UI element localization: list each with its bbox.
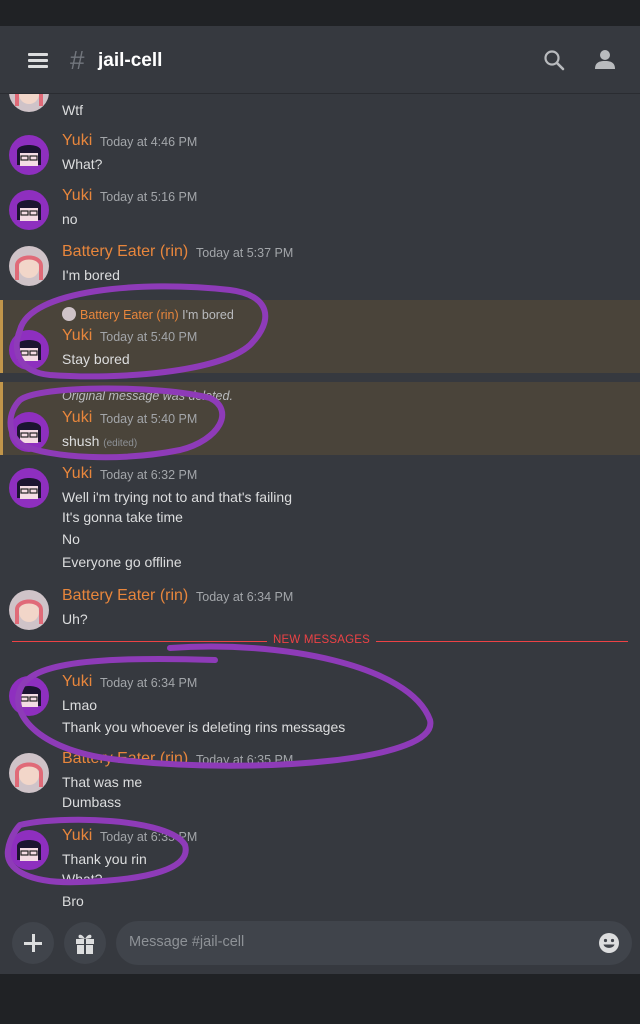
message-text: Everyone go offline [62,554,182,570]
message-list: Wtf Yuki Today at 4:46 PM What? Yuki Tod… [0,94,640,914]
channel-name[interactable]: jail-cell [98,50,162,72]
message-text: What? [62,871,103,887]
deleted-reply-note: Original message was deleted. [62,389,233,403]
message-text: Thank you whoever is deleting rins messa… [62,719,346,735]
message-text: Wtf [62,102,83,118]
bottom-strip [0,974,640,1024]
username[interactable]: Battery Eater (rin) [62,587,188,605]
username[interactable]: Yuki [62,327,92,345]
timestamp: Today at 6:35 PM [100,830,198,844]
message-text: It's gonna take time [62,509,183,525]
avatar[interactable] [9,590,49,630]
message-text: What? [62,156,103,172]
avatar[interactable] [9,246,49,286]
emoji-icon[interactable] [598,932,620,954]
message-input[interactable] [129,934,569,950]
message-text: Uh? [62,611,88,627]
gift-icon[interactable] [64,922,106,964]
username[interactable]: Yuki [62,187,92,205]
message-text: Lmao [62,697,98,713]
new-messages-label: NEW MESSAGES [267,634,376,646]
message-text: That was me [62,774,143,790]
username[interactable]: Yuki [62,465,92,483]
timestamp: Today at 6:35 PM [196,753,294,767]
username[interactable]: Battery Eater (rin) [62,750,188,768]
reply-text: I'm bored [182,308,234,322]
timestamp: Today at 5:40 PM [100,412,198,426]
reply-avatar [62,307,76,321]
timestamp: Today at 5:37 PM [196,246,294,260]
message-input-box[interactable] [116,921,632,965]
discord-app: # jail-cell Wtf Yuki Today at 4:46 PM Wh… [0,26,640,974]
message-text: I'm bored [62,267,120,283]
timestamp: Today at 5:16 PM [100,190,198,204]
avatar[interactable] [9,135,49,175]
avatar[interactable] [9,330,49,370]
username[interactable]: Yuki [62,827,92,845]
timestamp: Today at 6:32 PM [100,468,198,482]
message-text: no [62,211,78,227]
timestamp: Today at 6:34 PM [100,676,198,690]
members-icon[interactable] [592,48,618,72]
channel-header: # jail-cell [0,26,640,94]
message-composer [0,914,640,974]
hamburger-menu-icon[interactable] [28,50,50,70]
message-text: shush (edited) [62,433,137,449]
avatar[interactable] [9,676,49,716]
reply-author: Battery Eater (rin) [80,308,179,322]
avatar[interactable] [9,830,49,870]
timestamp: Today at 5:40 PM [100,330,198,344]
top-status-strip [0,0,640,26]
plus-icon[interactable] [12,922,54,964]
avatar[interactable] [9,412,49,452]
avatar[interactable] [9,753,49,793]
username[interactable]: Yuki [62,132,92,150]
channel-hash-icon: # [70,45,85,75]
reply-preview[interactable]: Battery Eater (rin) I'm bored [62,307,234,322]
message-text: Bro [62,893,84,909]
message-text: Stay bored [62,351,130,367]
username[interactable]: Yuki [62,409,92,427]
timestamp: Today at 6:34 PM [196,590,294,604]
avatar[interactable] [9,468,49,508]
username[interactable]: Yuki [62,673,92,691]
message-text: Thank you rin [62,851,147,867]
message-text: No [62,531,80,547]
username[interactable]: Battery Eater (rin) [62,243,188,261]
edited-label: (edited) [103,438,138,449]
message-text: Dumbass [62,794,122,810]
avatar[interactable] [9,190,49,230]
message-text-content: shush [62,433,100,449]
timestamp: Today at 4:46 PM [100,135,198,149]
avatar[interactable] [9,94,49,112]
message-text: Well i'm trying not to and that's failin… [62,489,292,505]
search-icon[interactable] [542,48,566,72]
